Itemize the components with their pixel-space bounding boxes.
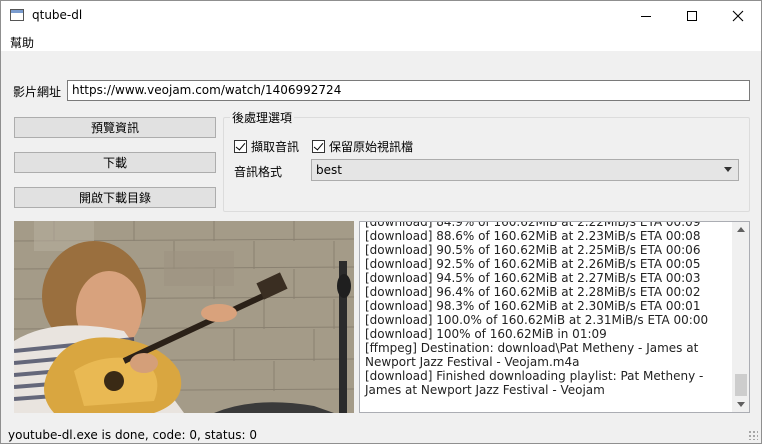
url-input[interactable]: https://www.veojam.com/watch/1406992724 bbox=[67, 80, 750, 101]
app-icon bbox=[10, 9, 24, 21]
log-line: [ffmpeg] Destination: download\Pat Methe… bbox=[365, 341, 699, 369]
minimize-button[interactable] bbox=[623, 1, 669, 31]
log-line: [download] 98.3% of 160.62MiB at 2.30MiB… bbox=[365, 299, 701, 313]
log-line: [download] Finished downloading playlist… bbox=[365, 369, 704, 397]
maximize-button[interactable] bbox=[669, 1, 715, 31]
close-icon bbox=[732, 10, 744, 22]
maximize-icon bbox=[687, 11, 697, 21]
scroll-up-icon[interactable] bbox=[737, 227, 745, 232]
log-scrollbar[interactable] bbox=[732, 222, 749, 412]
audio-format-value: best bbox=[316, 163, 342, 177]
log-line: [download] 84.9% of 160.62MiB at 2.22MiB… bbox=[365, 221, 701, 229]
chevron-down-icon bbox=[724, 167, 732, 172]
preview-info-button[interactable]: 預覽資訊 bbox=[14, 117, 216, 138]
post-process-title: 後處理選項 bbox=[230, 109, 295, 126]
video-thumbnail bbox=[14, 221, 354, 413]
log-text: [download] 84.9% of 160.62MiB at 2.22MiB… bbox=[365, 221, 731, 397]
window-title: qtube-dl bbox=[32, 8, 83, 22]
extract-audio-checkbox[interactable]: 擷取音訊 bbox=[234, 138, 299, 155]
thumbnail-image bbox=[14, 221, 354, 413]
log-line: [download] 92.5% of 160.62MiB at 2.26MiB… bbox=[365, 257, 701, 271]
log-line: [download] 100% of 160.62MiB in 01:09 bbox=[365, 327, 607, 341]
url-label: 影片網址 bbox=[13, 85, 62, 99]
title-bar: qtube-dl bbox=[1, 1, 761, 31]
keep-video-label: 保留原始視訊檔 bbox=[329, 140, 414, 154]
scroll-down-icon[interactable] bbox=[737, 402, 745, 407]
app-window: qtube-dl 幫助 影片網址 https://www.veojam.com/… bbox=[0, 0, 762, 444]
keep-video-checkbox[interactable]: 保留原始視訊檔 bbox=[312, 138, 413, 155]
extract-audio-label: 擷取音訊 bbox=[251, 140, 300, 154]
log-line: [download] 100.0% of 160.62MiB at 2.31Mi… bbox=[365, 313, 709, 327]
close-button[interactable] bbox=[715, 1, 761, 31]
download-button[interactable]: 下載 bbox=[14, 152, 216, 173]
log-line: [download] 90.5% of 160.62MiB at 2.25MiB… bbox=[365, 243, 701, 257]
open-download-dir-button[interactable]: 開啟下載目錄 bbox=[14, 187, 216, 208]
menu-bar: 幫助 bbox=[1, 31, 761, 51]
audio-format-label: 音訊格式 bbox=[234, 165, 283, 179]
checkmark-icon bbox=[234, 140, 247, 153]
log-line: [download] 88.6% of 160.62MiB at 2.23MiB… bbox=[365, 229, 701, 243]
log-line: [download] 94.5% of 160.62MiB at 2.27MiB… bbox=[365, 271, 701, 285]
output-log[interactable]: [download] 84.9% of 160.62MiB at 2.22MiB… bbox=[359, 221, 750, 413]
audio-format-select[interactable]: best bbox=[311, 159, 739, 181]
menu-help[interactable]: 幫助 bbox=[10, 34, 34, 51]
minimize-icon bbox=[641, 15, 651, 17]
log-line: [download] 96.4% of 160.62MiB at 2.28MiB… bbox=[365, 285, 701, 299]
resize-grip-icon[interactable] bbox=[748, 430, 758, 440]
checkmark-icon bbox=[312, 140, 325, 153]
scrollbar-thumb[interactable] bbox=[735, 374, 747, 396]
status-bar-text: youtube-dl.exe is done, code: 0, status:… bbox=[8, 428, 257, 442]
